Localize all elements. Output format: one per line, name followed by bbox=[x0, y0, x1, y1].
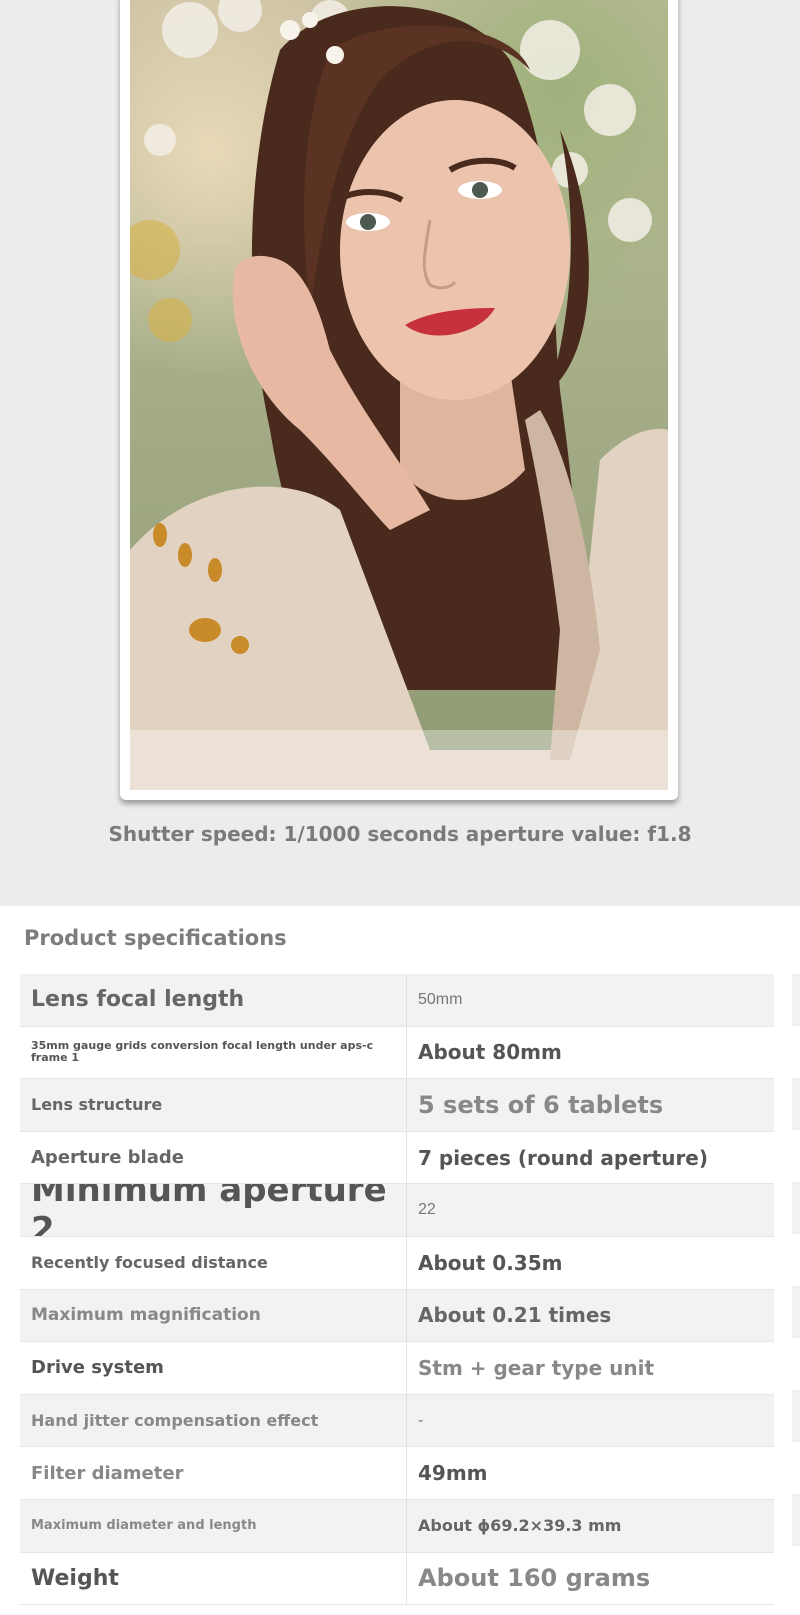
photo-section: Shutter speed: 1/1000 seconds aperture v… bbox=[0, 0, 800, 906]
table-row: Lens focal length 50mm bbox=[20, 974, 774, 1027]
table-row: 35mm gauge grids conversion focal length… bbox=[20, 1026, 774, 1080]
spec-label: Lens focal length bbox=[20, 974, 407, 1026]
table-row: Recently focused distance About 0.35m bbox=[20, 1236, 774, 1290]
table-row: Hand jitter compensation effect - bbox=[20, 1394, 774, 1448]
spec-value: About ϕ69.2×39.3 mm bbox=[418, 1516, 622, 1536]
spec-label: Weight bbox=[20, 1552, 407, 1605]
spec-label: Lens structure bbox=[20, 1079, 407, 1131]
spec-label: Recently focused distance bbox=[20, 1236, 407, 1289]
spec-label: Maximum magnification bbox=[20, 1289, 407, 1342]
table-row: Drive system Stm + gear type unit bbox=[20, 1342, 774, 1395]
specs-title: Product specifications bbox=[24, 926, 287, 950]
portrait-illustration bbox=[130, 0, 668, 790]
table-edge-strip bbox=[792, 974, 800, 1594]
table-row: Weight About 160 grams bbox=[20, 1552, 774, 1606]
table-row: Filter diameter 49mm bbox=[20, 1447, 774, 1500]
table-row: Aperture blade 7 pieces (round aperture) bbox=[20, 1131, 774, 1185]
spec-value: 5 sets of 6 tablets bbox=[418, 1090, 664, 1119]
photo-frame bbox=[120, 0, 678, 800]
spec-value: About 160 grams bbox=[418, 1564, 651, 1593]
portrait-photo bbox=[130, 0, 668, 790]
spec-value: About 0.21 times bbox=[418, 1303, 612, 1328]
table-row: Lens structure 5 sets of 6 tablets bbox=[20, 1079, 774, 1132]
table-row: Maximum magnification About 0.21 times bbox=[20, 1289, 774, 1343]
spec-label: Drive system bbox=[20, 1342, 407, 1394]
spec-value: About 0.35m bbox=[418, 1250, 563, 1275]
table-row: Minimum aperture 2 22 bbox=[20, 1184, 774, 1237]
spec-value: - bbox=[418, 1411, 424, 1429]
spec-value: 49mm bbox=[418, 1461, 488, 1486]
spec-label: Hand jitter compensation effect bbox=[20, 1394, 407, 1447]
specs-table: Lens focal length 50mm 35mm gauge grids … bbox=[20, 974, 774, 1606]
spec-value: 22 bbox=[418, 1201, 436, 1219]
spec-label: Minimum aperture 2 bbox=[20, 1184, 407, 1236]
spec-label: Aperture blade bbox=[20, 1131, 407, 1184]
spec-value: About 80mm bbox=[418, 1040, 562, 1065]
spec-value: 50mm bbox=[418, 990, 463, 1008]
spec-value: Stm + gear type unit bbox=[418, 1355, 655, 1380]
spec-label: Filter diameter bbox=[20, 1447, 407, 1499]
spec-label: Maximum diameter and length bbox=[20, 1499, 407, 1552]
photo-caption: Shutter speed: 1/1000 seconds aperture v… bbox=[108, 822, 692, 846]
spec-label: 35mm gauge grids conversion focal length… bbox=[20, 1026, 407, 1079]
spec-value: 7 pieces (round aperture) bbox=[418, 1145, 709, 1170]
product-specifications-section: Product specifications Lens focal length… bbox=[0, 906, 800, 1615]
table-row: Maximum diameter and length About ϕ69.2×… bbox=[20, 1499, 774, 1553]
